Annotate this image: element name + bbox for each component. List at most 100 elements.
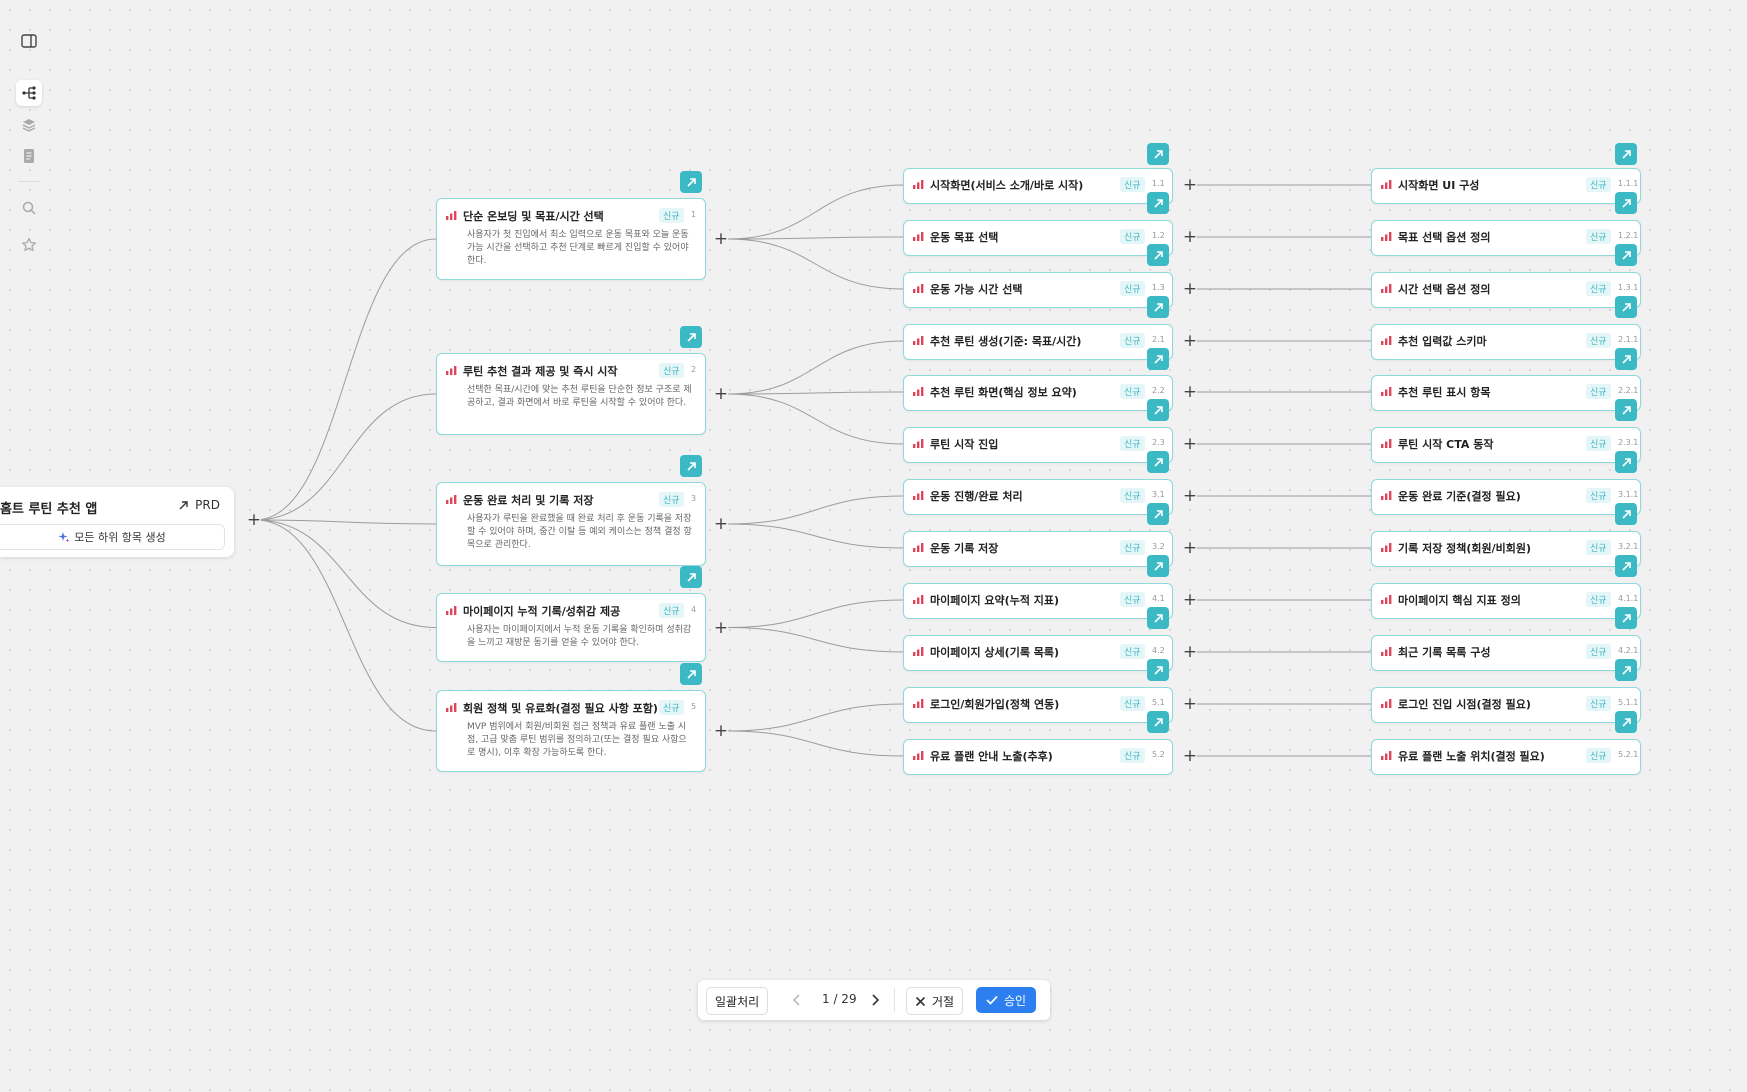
open-card-button[interactable] xyxy=(1615,659,1637,681)
open-card-button[interactable] xyxy=(1615,296,1637,318)
feature-card[interactable]: 마이페이지 상세(기록 목록) 신규 4.2 xyxy=(903,635,1173,671)
open-card-button[interactable] xyxy=(1615,711,1637,733)
reject-button[interactable]: 거절 xyxy=(906,987,964,1015)
open-card-button[interactable] xyxy=(1615,348,1637,370)
task-card[interactable]: 최근 기록 목록 구성 신규 4.2.1 xyxy=(1371,635,1641,671)
arrow-up-right-icon xyxy=(686,332,696,342)
requirement-card[interactable]: 회원 정책 및 유료화(결정 필요 사항 포함) 신규 5 MVP 범위에서 회원/비… xyxy=(436,690,706,772)
add-child-button[interactable]: + xyxy=(1183,696,1197,713)
open-card-button[interactable] xyxy=(1615,192,1637,214)
open-card-button[interactable] xyxy=(1615,503,1637,525)
task-card[interactable]: 시간 선택 옵션 정의 신규 1.3.1 xyxy=(1371,272,1641,308)
feature-card[interactable]: 시작화면(서비스 소개/바로 시작) 신규 1.1 xyxy=(903,168,1173,204)
open-card-button[interactable] xyxy=(680,566,702,588)
sidebar-toggle-icon[interactable] xyxy=(16,28,42,54)
add-child-button[interactable]: + xyxy=(1183,281,1197,298)
add-child-button[interactable]: + xyxy=(1183,384,1197,401)
add-child-button[interactable]: + xyxy=(1183,333,1197,350)
chevron-left-icon[interactable] xyxy=(792,992,802,1011)
open-card-button[interactable] xyxy=(680,663,702,685)
open-card-button[interactable] xyxy=(1147,659,1169,681)
generate-all-button[interactable]: 모든 하위 항목 생성 xyxy=(0,524,225,550)
requirement-card[interactable]: 루틴 추천 결과 제공 및 즉시 시작 신규 2 선택한 목표/시간에 맞는 추천 루… xyxy=(436,353,706,435)
card-title: 추천 루틴 표시 항목 xyxy=(1398,386,1491,399)
open-card-button[interactable] xyxy=(1147,503,1169,525)
add-child-button[interactable]: + xyxy=(714,386,728,403)
open-card-button[interactable] xyxy=(1615,607,1637,629)
document-icon[interactable] xyxy=(16,143,42,169)
requirement-card[interactable]: 운동 완료 처리 및 기록 저장 신규 3 사용자가 루틴을 완료했을 때 완료 처리… xyxy=(436,482,706,566)
open-card-button[interactable] xyxy=(680,455,702,477)
card-title: 추천 루틴 화면(핵심 정보 요약) xyxy=(930,386,1077,399)
feature-card[interactable]: 로그인/회원가입(정책 연동) 신규 5.1 xyxy=(903,687,1173,723)
task-card[interactable]: 운동 완료 기준(결정 필요) 신규 3.1.1 xyxy=(1371,479,1641,515)
task-card[interactable]: 유료 플랜 노출 위치(결정 필요) 신규 5.2.1 xyxy=(1371,739,1641,775)
open-card-button[interactable] xyxy=(1615,555,1637,577)
add-child-button[interactable]: + xyxy=(714,619,728,636)
task-card[interactable]: 목표 선택 옵션 정의 신규 1.2.1 xyxy=(1371,220,1641,256)
task-card[interactable]: 추천 루틴 표시 항목 신규 2.2.1 xyxy=(1371,375,1641,411)
card-number: 1.2.1 xyxy=(1618,231,1639,240)
open-card-button[interactable] xyxy=(1615,244,1637,266)
approve-button[interactable]: 승인 xyxy=(976,987,1037,1013)
feature-card[interactable]: 운동 가능 시간 선택 신규 1.3 xyxy=(903,272,1173,308)
priority-icon xyxy=(913,232,924,241)
open-card-button[interactable] xyxy=(1147,555,1169,577)
open-card-button[interactable] xyxy=(1147,192,1169,214)
card-number: 2.1.1 xyxy=(1618,335,1639,344)
feature-card[interactable]: 운동 목표 선택 신규 1.2 xyxy=(903,220,1173,256)
feature-card[interactable]: 마이페이지 요약(누적 지표) 신규 4.1 xyxy=(903,583,1173,619)
open-card-button[interactable] xyxy=(1147,607,1169,629)
open-card-button[interactable] xyxy=(1147,348,1169,370)
task-card[interactable]: 시작화면 UI 구성 신규 1.1.1 xyxy=(1371,168,1641,204)
task-card[interactable]: 로그인 진입 시점(결정 필요) 신규 5.1.1 xyxy=(1371,687,1641,723)
open-card-button[interactable] xyxy=(1615,399,1637,421)
add-child-button[interactable]: + xyxy=(1183,436,1197,453)
card-number: 3.1.1 xyxy=(1618,490,1639,499)
feature-card[interactable]: 추천 루틴 화면(핵심 정보 요약) 신규 2.2 xyxy=(903,375,1173,411)
root-add-child-button[interactable]: + xyxy=(247,512,261,529)
open-card-button[interactable] xyxy=(1615,143,1637,165)
root-node[interactable]: 홈트 루틴 추천 앱 PRD 모든 하위 항목 생성 xyxy=(0,487,234,557)
open-card-button[interactable] xyxy=(1147,711,1169,733)
add-child-button[interactable]: + xyxy=(714,231,728,248)
add-child-button[interactable]: + xyxy=(1183,592,1197,609)
card-title: 운동 진행/완료 처리 xyxy=(930,490,1023,503)
open-card-button[interactable] xyxy=(1615,451,1637,473)
open-card-button[interactable] xyxy=(1147,399,1169,421)
open-card-button[interactable] xyxy=(1147,451,1169,473)
card-title: 시작화면 UI 구성 xyxy=(1398,179,1480,192)
feature-card[interactable]: 루틴 시작 진입 신규 2.3 xyxy=(903,427,1173,463)
batch-process-button[interactable]: 일괄처리 xyxy=(706,987,769,1015)
open-card-button[interactable] xyxy=(1147,296,1169,318)
feature-card[interactable]: 유료 플랜 안내 노출(추후) 신규 5.2 xyxy=(903,739,1173,775)
task-card[interactable]: 루틴 시작 CTA 동작 신규 2.3.1 xyxy=(1371,427,1641,463)
prd-link[interactable]: PRD xyxy=(178,498,220,512)
search-icon[interactable] xyxy=(16,195,42,221)
requirement-card[interactable]: 마이페이지 누적 기록/성취감 제공 신규 4 사용자는 마이페이지에서 누적 운동 … xyxy=(436,593,706,662)
open-card-button[interactable] xyxy=(680,171,702,193)
requirement-card[interactable]: 단순 온보딩 및 목표/시간 선택 신규 1 사용자가 첫 진입에서 최소 입력으로 … xyxy=(436,198,706,280)
layers-icon[interactable] xyxy=(16,112,42,138)
add-child-button[interactable]: + xyxy=(1183,177,1197,194)
feature-card[interactable]: 운동 진행/완료 처리 신규 3.1 xyxy=(903,479,1173,515)
add-child-button[interactable]: + xyxy=(1183,644,1197,661)
chevron-right-icon[interactable] xyxy=(870,992,880,1011)
add-child-button[interactable]: + xyxy=(1183,748,1197,765)
feature-card[interactable]: 추천 루틴 생성(기준: 목표/시간) 신규 2.1 xyxy=(903,324,1173,360)
add-child-button[interactable]: + xyxy=(1183,229,1197,246)
open-card-button[interactable] xyxy=(680,326,702,348)
task-card[interactable]: 추천 입력값 스키마 신규 2.1.1 xyxy=(1371,324,1641,360)
new-badge: 신규 xyxy=(659,363,684,378)
feature-card[interactable]: 운동 기록 저장 신규 3.2 xyxy=(903,531,1173,567)
add-child-button[interactable]: + xyxy=(714,723,728,740)
open-card-button[interactable] xyxy=(1147,244,1169,266)
add-child-button[interactable]: + xyxy=(714,516,728,533)
task-card[interactable]: 마이페이지 핵심 지표 정의 신규 4.1.1 xyxy=(1371,583,1641,619)
task-card[interactable]: 기록 저장 정책(회원/비회원) 신규 3.2.1 xyxy=(1371,531,1641,567)
add-child-button[interactable]: + xyxy=(1183,488,1197,505)
star-icon[interactable] xyxy=(16,232,42,258)
tree-icon[interactable] xyxy=(16,80,42,106)
open-card-button[interactable] xyxy=(1147,143,1169,165)
add-child-button[interactable]: + xyxy=(1183,540,1197,557)
